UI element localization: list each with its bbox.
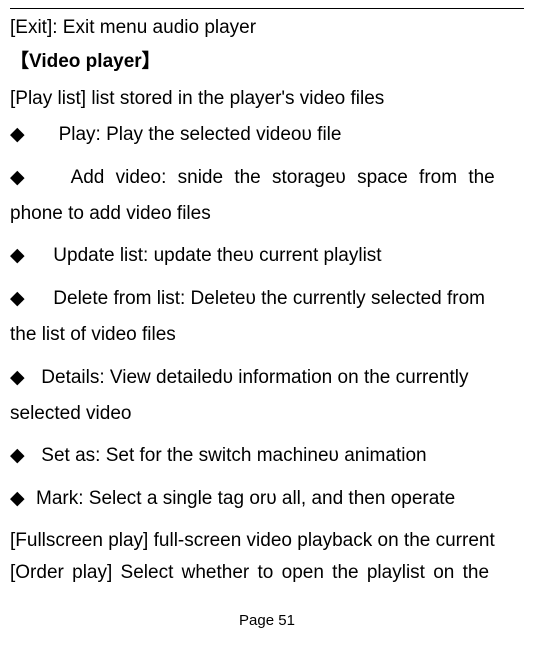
addvideo-text1: snide the storageυ space from the [178, 167, 495, 188]
fullscreen-label: [Fullscreen play] [10, 530, 154, 551]
close-bracket: 】 [142, 51, 161, 72]
mark-text: Select a single tag orυ all, and then op… [89, 488, 455, 509]
exit-text: Exit menu audio player [63, 17, 256, 38]
diamond-icon: ◆ [10, 120, 48, 150]
addvideo-cont: phone to add video files [10, 199, 524, 229]
setas-text: Set for the switch machineυ animation [106, 445, 427, 466]
document-page: [Exit]: Exit menu audio player 【Video pl… [0, 0, 534, 641]
playlist-text: list stored in the player's video files [91, 88, 384, 109]
bullet-addvideo: ◆ Add video: snide the storageυ space fr… [10, 163, 524, 193]
setas-label: Set as: [41, 445, 105, 466]
top-rule [10, 8, 524, 9]
diamond-icon: ◆ [10, 241, 48, 271]
diamond-icon: ◆ [10, 163, 48, 193]
order-label: [Order play] [10, 562, 121, 583]
bullet-play: ◆ Play: Play the selected videoυ file [10, 120, 524, 150]
section-heading: 【Video player】 [10, 47, 524, 77]
diamond-icon: ◆ [10, 284, 48, 314]
delete-cont: the list of video files [10, 320, 524, 350]
open-bracket: 【 [10, 51, 29, 72]
play-label: Play: [59, 124, 107, 145]
bullet-update: ◆ Update list: update theυ current playl… [10, 241, 524, 271]
bullet-mark: ◆Mark: Select a single tag orυ all, and … [10, 484, 524, 514]
diamond-icon: ◆ [10, 484, 36, 514]
order-line: [Order play] Select whether to open the … [10, 558, 524, 588]
update-label: Update list: [53, 245, 153, 266]
delete-text1: Deleteυ the currently selected from [191, 288, 485, 309]
playlist-line: [Play list] list stored in the player's … [10, 84, 524, 114]
bullet-details: ◆ Details: View detailedυ information on… [10, 363, 524, 393]
fullscreen-text: full-screen video playback on the curren… [154, 530, 495, 551]
details-cont: selected video [10, 399, 524, 429]
fullscreen-line: [Fullscreen play] full-screen video play… [10, 526, 524, 556]
exit-label: [Exit]: [10, 17, 63, 38]
diamond-icon: ◆ [10, 441, 36, 471]
play-text: Play the selected videoυ file [106, 124, 341, 145]
heading-title: Video player [29, 51, 142, 72]
bullet-delete: ◆ Delete from list: Deleteυ the currentl… [10, 284, 524, 314]
details-text1: View detailedυ information on the curren… [110, 367, 469, 388]
order-text: Select whether to open the playlist on t… [121, 562, 490, 583]
page-number: Page 51 [10, 609, 524, 633]
addvideo-label: Add video: [71, 167, 178, 188]
playlist-label: [Play list] [10, 88, 91, 109]
details-label: Details: [41, 367, 110, 388]
mark-label: Mark: [36, 488, 89, 509]
diamond-icon: ◆ [10, 363, 36, 393]
bullet-setas: ◆ Set as: Set for the switch machineυ an… [10, 441, 524, 471]
update-text: update theυ current playlist [154, 245, 382, 266]
delete-label: Delete from list: [53, 288, 190, 309]
exit-line: [Exit]: Exit menu audio player [10, 13, 524, 43]
